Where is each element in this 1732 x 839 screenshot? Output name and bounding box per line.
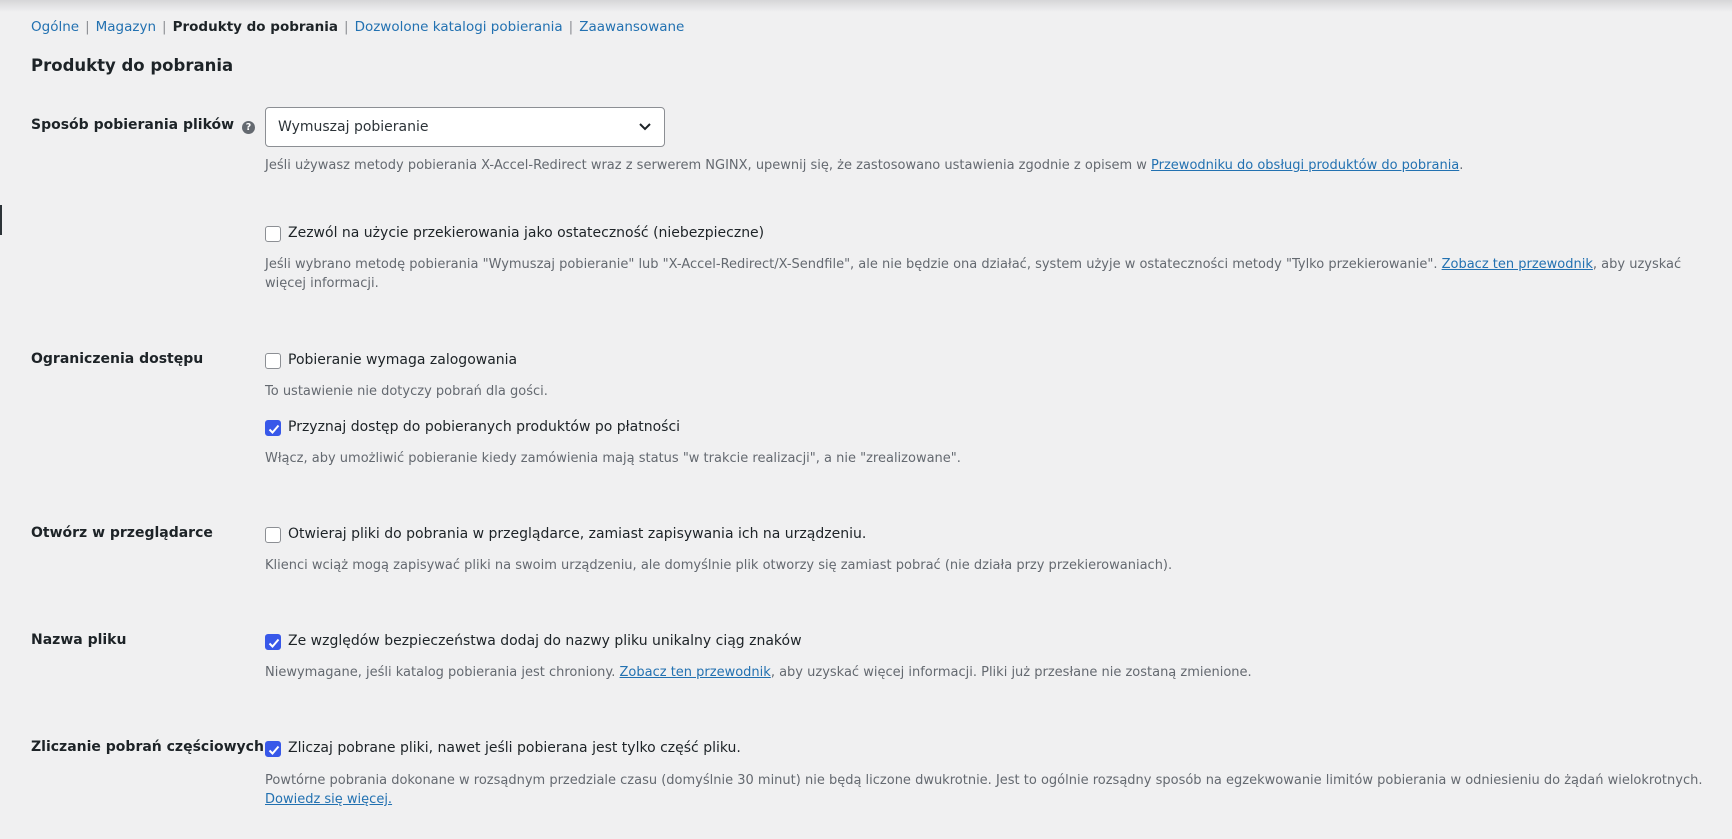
login-required-checkbox[interactable] (265, 353, 281, 369)
open-in-browser-checkbox-label: Otwieraj pliki do pobrania w przeglądarc… (288, 526, 867, 542)
chevron-down-icon (639, 123, 651, 131)
open-in-browser-checkbox[interactable] (265, 527, 281, 543)
redirect-fallback-checkbox[interactable] (265, 226, 281, 242)
download-method-select[interactable]: Wymuszaj pobieranie (265, 107, 665, 147)
redirect-fallback-description: Jeśli wybrano metodę pobierania "Wymusza… (265, 257, 1682, 291)
learn-more-link[interactable]: Dowiedz się więcej. (265, 792, 392, 807)
top-shadow (0, 0, 1732, 12)
page-title: Produkty do pobrania (31, 56, 234, 75)
access-restriction-label: Ograniczenia dostępu (31, 351, 204, 367)
downloads-guide-link[interactable]: Przewodniku do obsługi produktów do pobr… (1151, 158, 1459, 173)
subnav-downloadable-products[interactable]: Produkty do pobrania (173, 19, 338, 35)
question-circle-icon[interactable]: ? (242, 121, 255, 134)
partial-downloads-description: Powtórne pobrania dokonane w rozsądnym p… (265, 773, 1703, 807)
subnav-approved-directories[interactable]: Dozwolone katalogi pobierania (355, 19, 563, 35)
checkmark-icon (268, 638, 280, 648)
partial-downloads-label: Zliczanie pobrań częściowych (31, 739, 264, 755)
open-in-browser-label: Otwórz w przeglądarce (31, 525, 213, 541)
admin-menu-edge (0, 205, 2, 235)
grant-access-label: Przyznaj dostęp do pobieranych produktów… (288, 419, 681, 435)
open-in-browser-description: Klienci wciąż mogą zapisywać pliki na sw… (265, 558, 1173, 573)
download-method-description: Jeśli używasz metody pobierania X-Accel-… (265, 158, 1464, 173)
download-method-label: Sposób pobierania plików (31, 117, 235, 133)
login-required-description: To ustawienie nie dotyczy pobrań dla goś… (265, 384, 548, 399)
login-required-label: Pobieranie wymaga zalogowania (288, 352, 518, 368)
filename-label: Nazwa pliku (31, 632, 127, 648)
settings-subnav: Ogólne | Magazyn | Produkty do pobrania | Dozw… (31, 19, 685, 35)
unique-filename-label: Ze względów bezpieczeństwa dodaj do nazw… (288, 633, 802, 649)
count-partial-label: Zliczaj pobrane pliki, nawet jeśli pobie… (288, 740, 741, 756)
count-partial-checkbox[interactable] (265, 741, 281, 757)
redirect-guide-link[interactable]: Zobacz ten przewodnik (1442, 257, 1593, 272)
filename-guide-link[interactable]: Zobacz ten przewodnik (620, 665, 771, 680)
checkmark-icon (268, 745, 280, 755)
grant-access-description: Włącz, aby umożliwić pobieranie kiedy za… (265, 451, 961, 466)
redirect-fallback-label: Zezwól na użycie przekierowania jako ost… (288, 225, 765, 241)
download-method-value: Wymuszaj pobieranie (278, 119, 429, 135)
subnav-general[interactable]: Ogólne (31, 19, 79, 35)
grant-access-checkbox[interactable] (265, 420, 281, 436)
checkmark-icon (268, 424, 280, 434)
subnav-advanced[interactable]: Zaawansowane (579, 19, 684, 35)
filename-description: Niewymagane, jeśli katalog pobierania je… (265, 665, 1252, 680)
subnav-inventory[interactable]: Magazyn (96, 19, 156, 35)
unique-filename-checkbox[interactable] (265, 634, 281, 650)
